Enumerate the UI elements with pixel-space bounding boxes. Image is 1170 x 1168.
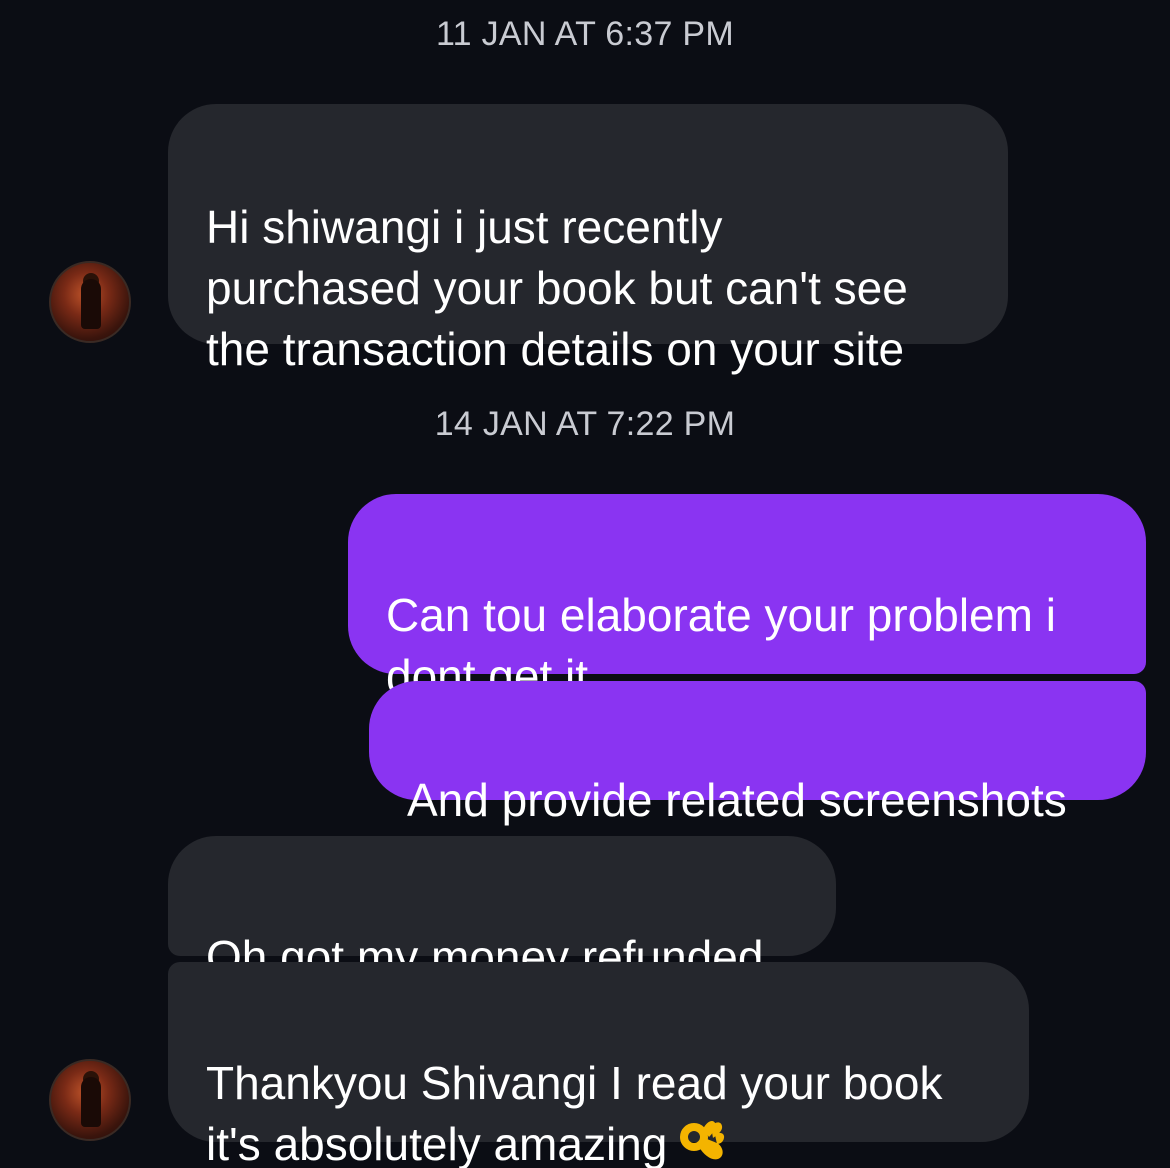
timestamp-1: 11 JAN AT 6:37 PM <box>435 15 735 53</box>
message-bubble-outgoing[interactable]: And provide related screenshots <box>369 681 1146 826</box>
message-bubble-incoming[interactable]: Thankyou Shivangi I read your book it's … <box>168 962 1029 1168</box>
ok-hand-emoji-icon <box>677 1117 727 1168</box>
message-text: Thankyou Shivangi I read your book it's … <box>206 1057 943 1168</box>
timestamp-2: 14 JAN AT 7:22 PM <box>434 405 736 443</box>
avatar-figure-shape <box>81 1077 101 1127</box>
message-text: Hi shiwangi i just recently purchased yo… <box>206 201 908 375</box>
avatar[interactable] <box>49 1059 131 1141</box>
message-text: And provide related screenshots <box>407 774 1067 826</box>
message-bubble-incoming[interactable]: Hi shiwangi i just recently purchased yo… <box>168 104 1008 375</box>
message-bubble-outgoing[interactable]: Can tou elaborate your problem i dont ge… <box>348 494 1146 702</box>
avatar[interactable] <box>49 261 131 343</box>
avatar-figure-shape <box>81 279 101 329</box>
message-bubble-incoming[interactable]: Oh got my money refunded <box>168 836 836 983</box>
